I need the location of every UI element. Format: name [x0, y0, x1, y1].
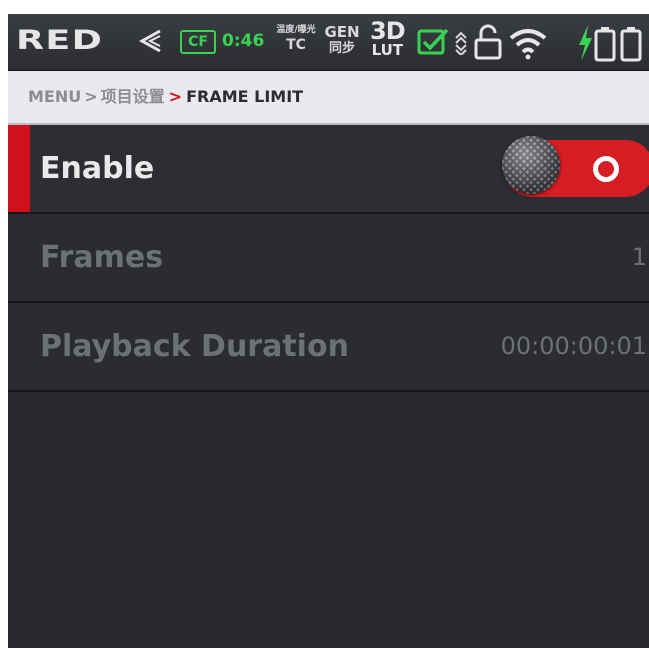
lut-bottom-label: LUT: [371, 40, 404, 59]
media-remaining-time: 0:46: [222, 31, 265, 51]
chevron-left-icon[interactable]: [136, 27, 164, 55]
menu-item-frames[interactable]: Frames 1: [8, 214, 649, 303]
battery-icon: [594, 27, 616, 62]
lock-open-icon[interactable]: [473, 24, 503, 60]
top-cropped-area: [0, 0, 649, 14]
menu-item-playback-duration[interactable]: Playback Duration 00:00:00:01: [8, 303, 649, 392]
breadcrumb-root[interactable]: MENU: [28, 87, 81, 106]
wifi-icon[interactable]: [508, 26, 548, 60]
menu-list: Enable Frames 1 Playback Duration 00:00:…: [8, 125, 649, 392]
lut-indicator[interactable]: 3D LUT: [370, 17, 406, 59]
menu-item-label: Playback Duration: [40, 329, 349, 364]
breadcrumb-current: FRAME LIMIT: [186, 87, 304, 106]
toggle-knob[interactable]: [502, 136, 560, 194]
breadcrumb-middle[interactable]: 项目设置: [101, 87, 165, 106]
camera-menu-screen: RED CF 0:46 温度/曝光 TC GEN 同步 3D LUT MENU …: [8, 14, 649, 648]
genlock-indicator[interactable]: GEN 同步: [321, 23, 363, 56]
status-bar: RED CF 0:46 温度/曝光 TC GEN 同步 3D LUT: [8, 14, 649, 71]
media-badge[interactable]: CF: [180, 30, 216, 54]
lut-top-label: 3D: [370, 17, 406, 45]
breadcrumb-separator: >: [84, 87, 98, 106]
genlock-sub-label: 同步: [328, 41, 355, 56]
breadcrumb: MENU > 项目设置 > FRAME LIMIT: [8, 71, 649, 125]
enable-toggle[interactable]: [502, 136, 649, 197]
brand-logo: RED: [16, 25, 104, 56]
check-box-icon[interactable]: [417, 28, 449, 56]
battery-icon: [620, 27, 642, 62]
menu-item-label: Frames: [40, 240, 164, 275]
power-bolt-icon: [579, 25, 592, 61]
menu-item-value: 00:00:00:01: [500, 332, 647, 360]
selection-indicator: [8, 125, 30, 212]
menu-item-label: Enable: [40, 151, 155, 186]
menu-item-value: 1: [631, 243, 647, 271]
arrows-icon: [455, 31, 467, 55]
breadcrumb-separator-active: >: [168, 87, 183, 106]
menu-item-enable[interactable]: Enable: [8, 125, 649, 214]
timecode-top-label: 温度/曝光: [276, 25, 316, 35]
timecode-indicator[interactable]: 温度/曝光 TC: [276, 25, 316, 53]
timecode-label: TC: [286, 37, 306, 53]
toggle-on-indicator: [593, 156, 619, 182]
genlock-label: GEN: [324, 23, 360, 41]
